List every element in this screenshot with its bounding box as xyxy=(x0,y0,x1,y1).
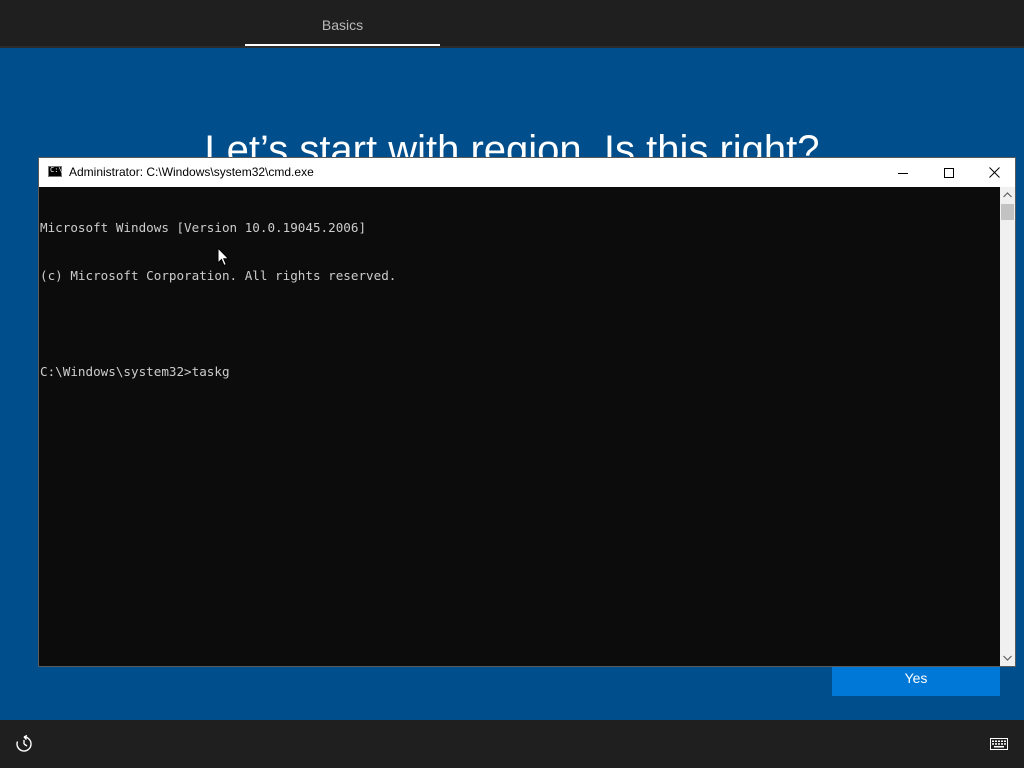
scroll-down-button[interactable] xyxy=(1000,650,1015,666)
close-button[interactable] xyxy=(971,158,1017,187)
cmd-window[interactable]: C:\ Administrator: C:\Windows\system32\c… xyxy=(38,157,1016,667)
console-line: (c) Microsoft Corporation. All rights re… xyxy=(40,268,397,283)
console-line: Microsoft Windows [Version 10.0.19045.20… xyxy=(40,220,367,235)
cmd-app-icon-text: C:\ xyxy=(50,166,63,174)
minimize-icon xyxy=(898,172,908,174)
bottom-bar xyxy=(0,720,1024,768)
maximize-button[interactable] xyxy=(926,158,972,187)
maximize-icon xyxy=(944,167,954,178)
chevron-up-icon xyxy=(1003,192,1012,198)
ease-of-access-icon[interactable] xyxy=(14,734,34,754)
tab-basics[interactable]: Basics xyxy=(245,0,440,46)
keyboard-icon[interactable] xyxy=(990,738,1008,750)
cmd-app-icon[interactable]: C:\ xyxy=(48,166,63,177)
scrollbar-thumb[interactable] xyxy=(1001,204,1014,220)
scroll-up-button[interactable] xyxy=(1000,187,1015,203)
console-output[interactable]: Microsoft Windows [Version 10.0.19045.20… xyxy=(39,187,1000,666)
vertical-scrollbar[interactable] xyxy=(1000,187,1015,666)
chevron-down-icon xyxy=(1003,655,1012,661)
cmd-window-title: Administrator: C:\Windows\system32\cmd.e… xyxy=(69,165,314,179)
close-icon xyxy=(988,167,1000,178)
cmd-titlebar[interactable]: C:\ Administrator: C:\Windows\system32\c… xyxy=(39,158,1015,187)
console-prompt-line[interactable]: C:\Windows\system32>taskg xyxy=(40,364,1000,380)
mouse-cursor-icon xyxy=(217,247,230,267)
minimize-button[interactable] xyxy=(880,158,926,187)
top-navigation-bar: Basics xyxy=(0,0,1024,48)
